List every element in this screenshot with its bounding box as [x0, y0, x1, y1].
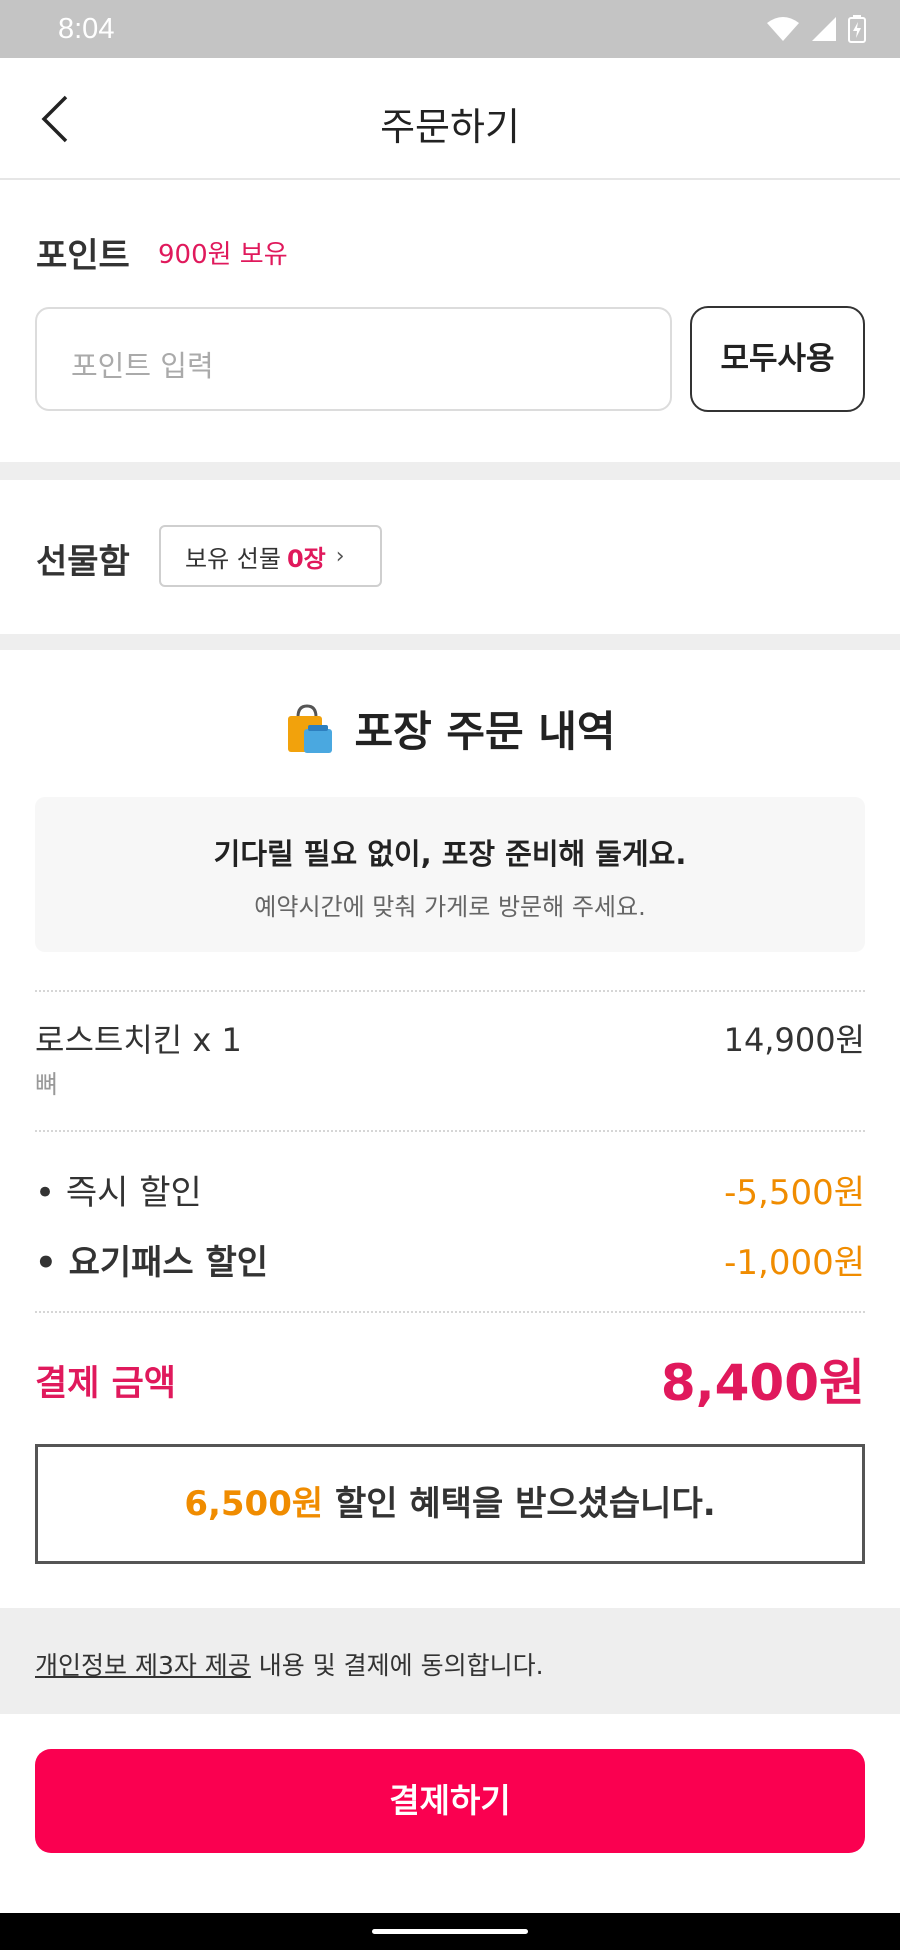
- order-title: 포장 주문 내역: [0, 698, 900, 759]
- agreement-rest: 내용 및 결제에 동의합니다.: [250, 1651, 544, 1680]
- agreement-text: 개인정보 제3자 제공 내용 및 결제에 동의합니다.: [35, 1646, 544, 1682]
- discount-value: -1,000원: [724, 1243, 865, 1283]
- points-label: 포인트: [36, 236, 130, 276]
- wifi-icon: [767, 17, 799, 41]
- pickup-info-line2: 예약시간에 맞춰 가게로 방문해 주세요.: [254, 893, 646, 921]
- battery-icon: [848, 15, 866, 43]
- gift-owned-prefix: 보유 선물: [185, 544, 281, 573]
- use-all-points-button[interactable]: 모두사용: [690, 306, 865, 412]
- discount-label: • 요기패스 할인: [35, 1243, 269, 1283]
- order-section: 포장 주문 내역 기다릴 필요 없이, 포장 준비해 둘게요. 예약시간에 맞춰…: [0, 650, 900, 1608]
- home-indicator[interactable]: [372, 1929, 528, 1934]
- divider: [0, 462, 900, 480]
- item-price: 14,900원: [723, 1021, 865, 1059]
- app-header: 주문하기: [0, 58, 900, 180]
- gift-count: 0장: [286, 544, 326, 573]
- status-time: 8:04: [58, 12, 115, 45]
- shopping-bag-icon: [288, 703, 333, 753]
- divider: [0, 634, 900, 650]
- discount-label: • 즉시 할인: [35, 1173, 202, 1213]
- status-icons: [766, 15, 866, 43]
- points-input[interactable]: 포인트 입력: [35, 307, 672, 411]
- dotted-divider: [35, 990, 865, 992]
- points-input-placeholder: 포인트 입력: [71, 349, 214, 383]
- chevron-right-icon: ›: [335, 543, 345, 569]
- item-name: 로스트치킨 x 1: [35, 1021, 242, 1059]
- pickup-info-box: 기다릴 필요 없이, 포장 준비해 둘게요. 예약시간에 맞춰 가게로 방문해 …: [35, 797, 865, 952]
- status-bar: 8:04: [0, 0, 900, 58]
- gift-section: 선물함 보유 선물 0장 ›: [0, 480, 900, 634]
- pickup-info-line1: 기다릴 필요 없이, 포장 준비해 둘게요.: [213, 837, 687, 871]
- benefit-text: 할인 혜택을 받으셨습니다.: [323, 1484, 716, 1524]
- gift-label: 선물함: [36, 542, 130, 582]
- discount-benefit-box: 6,500원 할인 혜택을 받으셨습니다.: [35, 1444, 865, 1564]
- system-nav-bar: [0, 1913, 900, 1950]
- points-owned: 900원 보유: [158, 240, 288, 270]
- discount-value: -5,500원: [724, 1173, 865, 1213]
- benefit-amount: 6,500원: [184, 1484, 324, 1524]
- order-title-text: 포장 주문 내역: [354, 707, 616, 756]
- points-section: 포인트 900원 보유 포인트 입력 모두사용: [0, 182, 900, 462]
- gift-box-button[interactable]: 보유 선물 0장 ›: [159, 525, 382, 587]
- item-option: 뼈: [35, 1070, 59, 1099]
- payment-amount-label: 결제 금액: [35, 1364, 176, 1404]
- agreement-bar: 개인정보 제3자 제공 내용 및 결제에 동의합니다.: [0, 1608, 900, 1714]
- dotted-divider: [35, 1311, 865, 1313]
- signal-icon: [812, 17, 836, 41]
- privacy-third-party-link[interactable]: 개인정보 제3자 제공: [35, 1651, 251, 1680]
- dotted-divider: [35, 1130, 865, 1132]
- payment-amount-value: 8,400원: [660, 1354, 865, 1412]
- page-title: 주문하기: [380, 105, 520, 149]
- pay-button[interactable]: 결제하기: [35, 1749, 865, 1853]
